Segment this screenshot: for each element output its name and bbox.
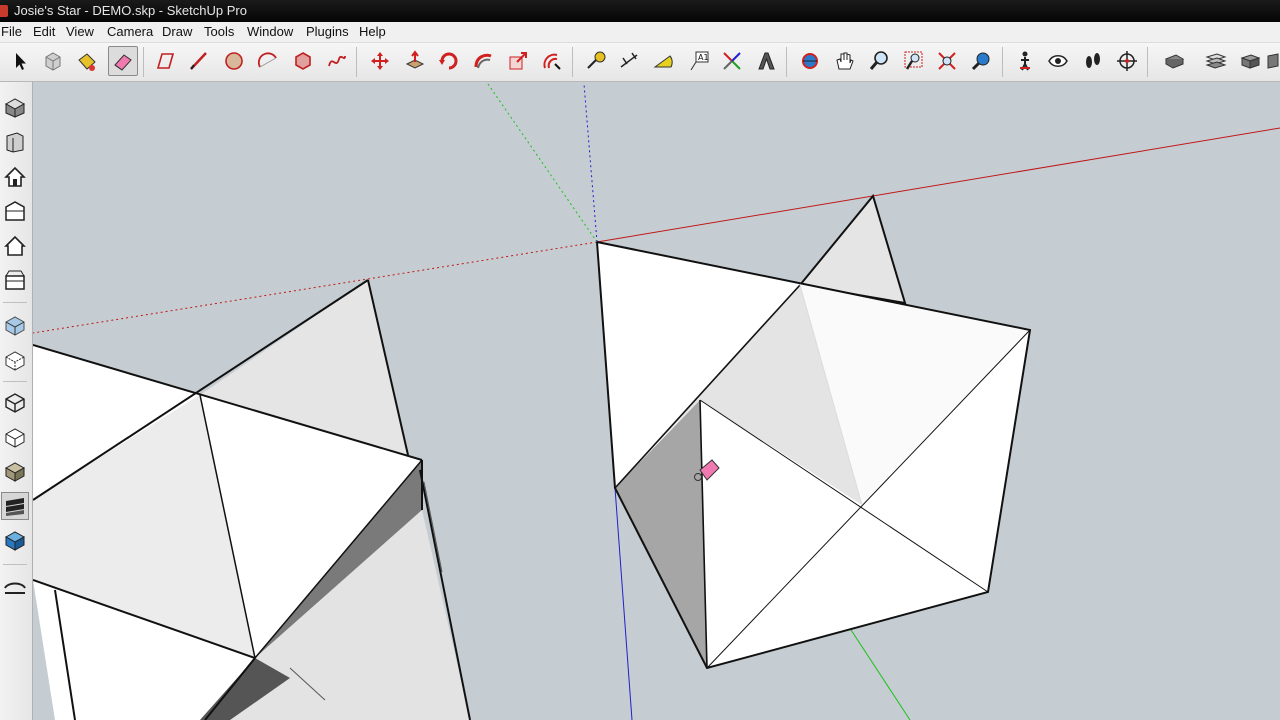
menu-bar: File Edit View Camera Draw Tools Window … — [0, 22, 1280, 43]
monochrome-icon[interactable] — [1, 526, 29, 554]
menu-plugins[interactable]: Plugins — [306, 24, 349, 39]
line-icon[interactable] — [184, 46, 214, 76]
follow-me-icon[interactable] — [468, 46, 498, 76]
polygon-icon[interactable] — [288, 46, 318, 76]
drawing-viewport[interactable] — [33, 82, 1280, 720]
outliner-icon[interactable] — [1159, 46, 1189, 76]
front-view-icon[interactable] — [1, 163, 29, 191]
hidden-line-icon[interactable] — [1, 423, 29, 451]
arc-icon[interactable] — [253, 46, 283, 76]
previous-view-icon[interactable] — [966, 46, 996, 76]
walk-icon[interactable] — [1078, 46, 1108, 76]
position-camera-icon[interactable] — [1010, 46, 1040, 76]
back-edges-icon[interactable] — [1, 346, 29, 374]
menu-draw[interactable]: Draw — [162, 24, 192, 39]
menu-help[interactable]: Help — [359, 24, 386, 39]
menu-window[interactable]: Window — [247, 24, 293, 39]
make-component-icon[interactable] — [38, 46, 68, 76]
circle-icon[interactable] — [219, 46, 249, 76]
top-view-icon[interactable] — [1, 128, 29, 156]
components-icon[interactable] — [1235, 46, 1265, 76]
eraser-icon[interactable] — [108, 46, 138, 76]
views-styles-toolbar — [0, 82, 33, 720]
move-icon[interactable] — [365, 46, 395, 76]
tape-measure-icon[interactable] — [581, 46, 611, 76]
rotate-icon[interactable] — [434, 46, 464, 76]
menu-file[interactable]: File — [1, 24, 22, 39]
svg-text:A1: A1 — [698, 53, 709, 62]
zoom-window-icon[interactable] — [898, 46, 928, 76]
shaded-textures-icon[interactable] — [1, 492, 29, 520]
rectangle-icon[interactable] — [150, 46, 180, 76]
scale-icon[interactable] — [503, 46, 533, 76]
axes-icon[interactable] — [717, 46, 747, 76]
layers-icon[interactable] — [1201, 46, 1231, 76]
more-tools-icon[interactable] — [1266, 46, 1280, 76]
protractor-icon[interactable] — [648, 46, 678, 76]
wireframe-icon[interactable] — [1, 388, 29, 416]
section-plane-icon[interactable] — [1112, 46, 1142, 76]
3d-text-icon[interactable] — [751, 46, 781, 76]
main-toolbar: A1 — [0, 43, 1280, 82]
select-icon[interactable] — [4, 46, 34, 76]
xray-icon[interactable] — [1, 311, 29, 339]
look-around-icon[interactable] — [1043, 46, 1073, 76]
title-bar: Josie's Star - DEMO.skp - SketchUp Pro — [0, 0, 1280, 22]
menu-camera[interactable]: Camera — [107, 24, 153, 39]
zoom-icon[interactable] — [864, 46, 894, 76]
zoom-extents-icon[interactable] — [932, 46, 962, 76]
left-view-icon[interactable] — [1, 266, 29, 294]
menu-view[interactable]: View — [66, 24, 94, 39]
iso-view-icon[interactable] — [1, 93, 29, 121]
menu-tools[interactable]: Tools — [204, 24, 234, 39]
sketchup-app-icon — [0, 5, 8, 17]
sandbox-icon[interactable] — [1, 574, 29, 602]
pan-icon[interactable] — [829, 46, 859, 76]
push-pull-icon[interactable] — [400, 46, 430, 76]
freehand-icon[interactable] — [322, 46, 352, 76]
text-icon[interactable]: A1 — [683, 46, 713, 76]
shaded-icon[interactable] — [1, 457, 29, 485]
dimension-icon[interactable] — [614, 46, 644, 76]
right-view-icon[interactable] — [1, 197, 29, 225]
paint-bucket-icon[interactable] — [72, 46, 102, 76]
orbit-icon[interactable] — [795, 46, 825, 76]
back-view-icon[interactable] — [1, 232, 29, 260]
menu-edit[interactable]: Edit — [33, 24, 55, 39]
window-title: Josie's Star - DEMO.skp - SketchUp Pro — [14, 3, 247, 18]
offset-icon[interactable] — [537, 46, 567, 76]
